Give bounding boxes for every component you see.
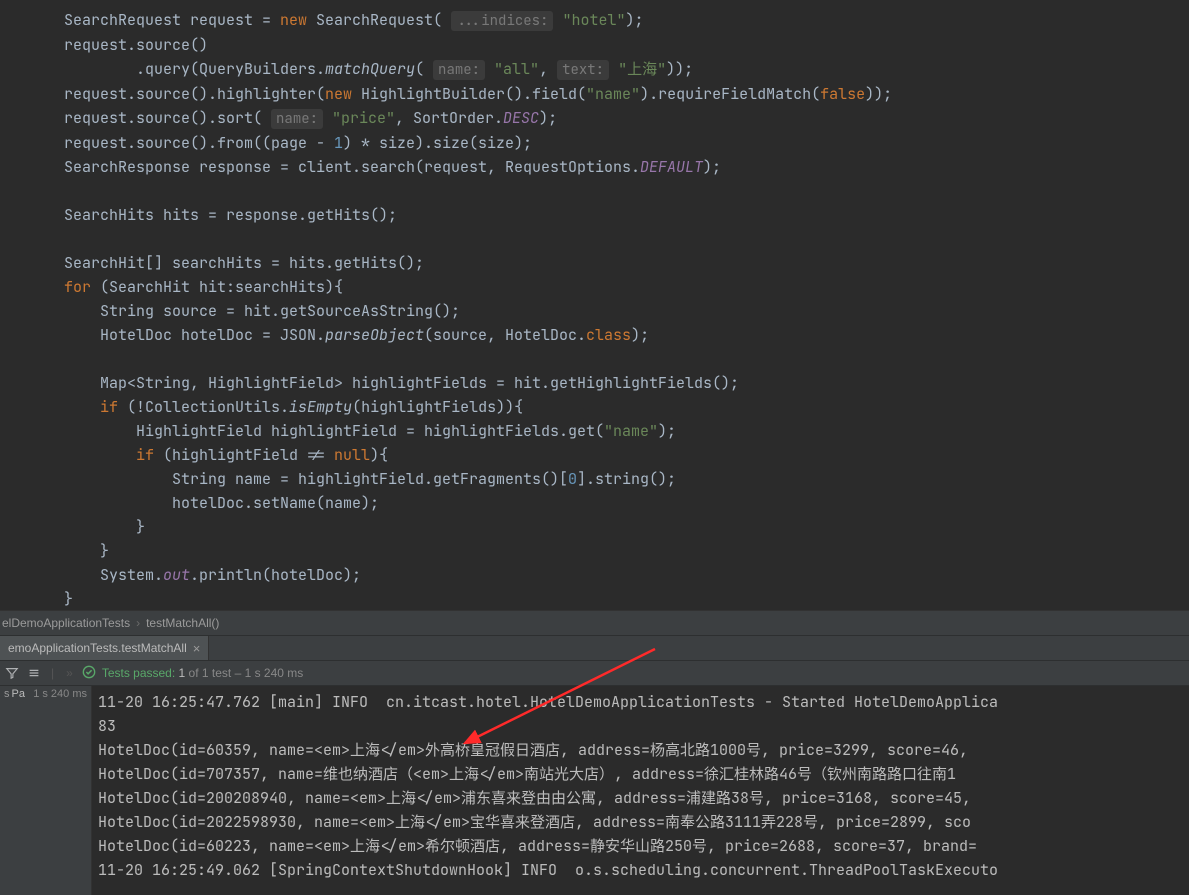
- inlay-hint: text:: [557, 60, 609, 80]
- breadcrumb-class[interactable]: elDemoApplicationTests: [2, 616, 130, 630]
- tests-passed-label: Tests passed: 1 of 1 test – 1 s 240 ms: [102, 666, 303, 680]
- console-line: HotelDoc(id=2022598930, name=<em>上海</em>…: [98, 812, 971, 832]
- console-line: HotelDoc(id=200208940, name=<em>上海</em>浦…: [98, 788, 971, 808]
- close-icon[interactable]: ×: [193, 641, 201, 656]
- test-tree-row[interactable]: s Pa 1 s 240 ms: [4, 688, 87, 700]
- run-tab-label: emoApplicationTests.testMatchAll: [8, 641, 187, 655]
- console-output[interactable]: 11-20 16:25:47.762 [main] INFO cn.itcast…: [92, 686, 1189, 895]
- filter-icon[interactable]: [4, 665, 20, 681]
- console-line: HotelDoc(id=60223, name=<em>上海</em>希尔顿酒店…: [98, 836, 977, 856]
- test-tree[interactable]: s Pa 1 s 240 ms: [0, 686, 92, 895]
- run-tab[interactable]: emoApplicationTests.testMatchAll ×: [0, 636, 209, 660]
- inlay-hint: name:: [433, 60, 485, 80]
- inlay-hint: name:: [271, 109, 323, 129]
- breadcrumb-method[interactable]: testMatchAll(): [146, 616, 219, 630]
- code-editor[interactable]: SearchRequest request = new SearchReques…: [0, 0, 1189, 610]
- console-line: 11-20 16:25:49.062 [SpringContextShutdow…: [98, 860, 998, 880]
- run-tabbar: emoApplicationTests.testMatchAll ×: [0, 635, 1189, 660]
- console-line: 11-20 16:25:47.762 [main] INFO cn.itcast…: [98, 692, 998, 712]
- console-line: HotelDoc(id=60359, name=<em>上海</em>外高桥皇冠…: [98, 740, 977, 760]
- test-pass-icon: [82, 665, 96, 682]
- inlay-hint: ...indices:: [451, 11, 553, 31]
- console-line: HotelDoc(id=707357, name=维也纳酒店（<em>上海</e…: [98, 764, 956, 784]
- collapse-icon[interactable]: [26, 665, 42, 681]
- test-toolbar: | » Tests passed: 1 of 1 test – 1 s 240 …: [0, 660, 1189, 686]
- console-line: 83: [98, 716, 116, 736]
- breadcrumb[interactable]: elDemoApplicationTests › testMatchAll(): [0, 610, 1189, 635]
